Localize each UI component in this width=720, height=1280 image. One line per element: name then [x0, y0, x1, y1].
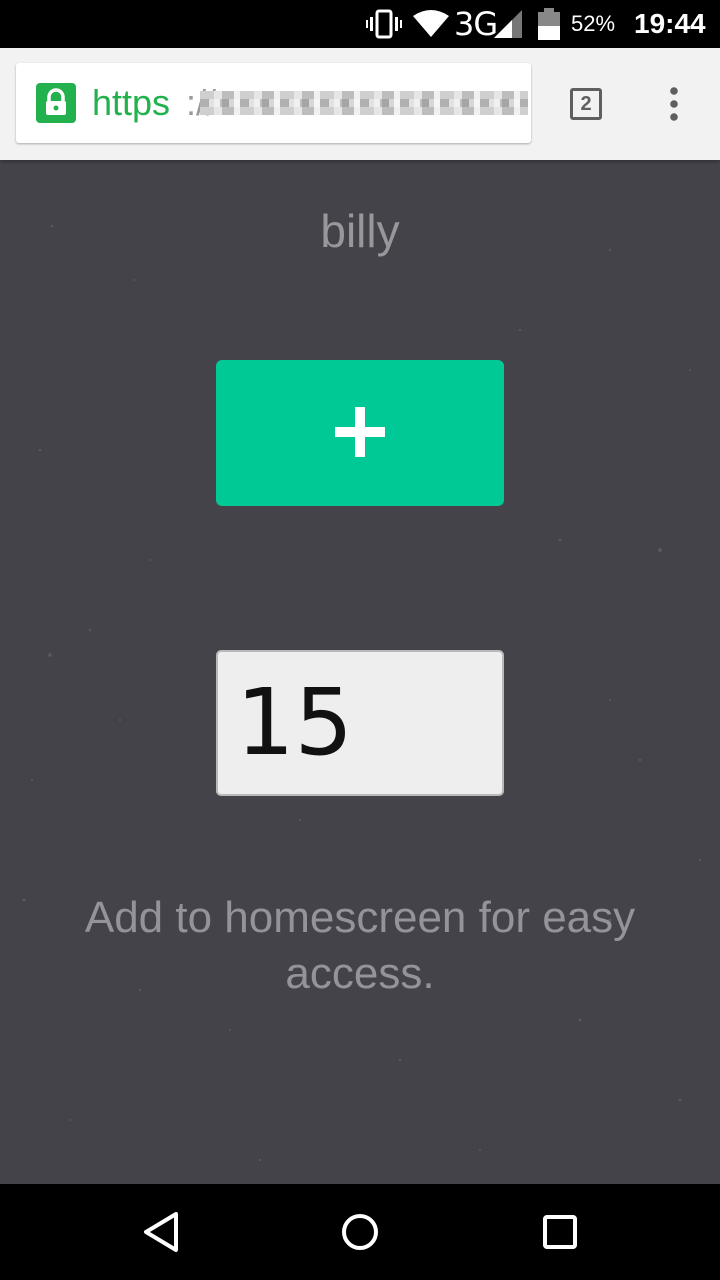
count-field[interactable]: 15: [216, 650, 504, 796]
add-button[interactable]: [216, 360, 504, 506]
url-scheme: https: [92, 82, 171, 123]
homescreen-hint: Add to homescreen for easy access.: [84, 893, 636, 998]
status-bar: 3G 52% 19:44: [0, 0, 720, 48]
home-icon[interactable]: [328, 1200, 392, 1264]
url-redacted: [200, 91, 528, 115]
network-type: 3G: [454, 5, 498, 43]
cell-signal-icon: [494, 0, 522, 48]
menu-icon[interactable]: [660, 86, 688, 122]
recents-icon[interactable]: [528, 1200, 592, 1264]
wifi-icon: [413, 0, 449, 48]
lock-icon[interactable]: [36, 83, 76, 123]
tab-count: 2: [580, 92, 592, 115]
plus-icon: [335, 406, 385, 460]
clock-time: 19:44: [634, 8, 706, 39]
user-name: billy: [320, 205, 400, 257]
vibrate-icon: [366, 0, 402, 48]
back-icon[interactable]: [128, 1200, 192, 1264]
url-bar[interactable]: https ://: [16, 63, 531, 143]
tab-switcher-button[interactable]: 2: [570, 88, 602, 120]
nav-bar: [0, 1184, 720, 1280]
battery-icon: [538, 0, 560, 48]
battery-percent: 52%: [571, 11, 616, 36]
page-content: billy 15 Add to homescreen for easy acce…: [0, 160, 720, 1184]
browser-toolbar: https :// 2: [0, 48, 720, 160]
